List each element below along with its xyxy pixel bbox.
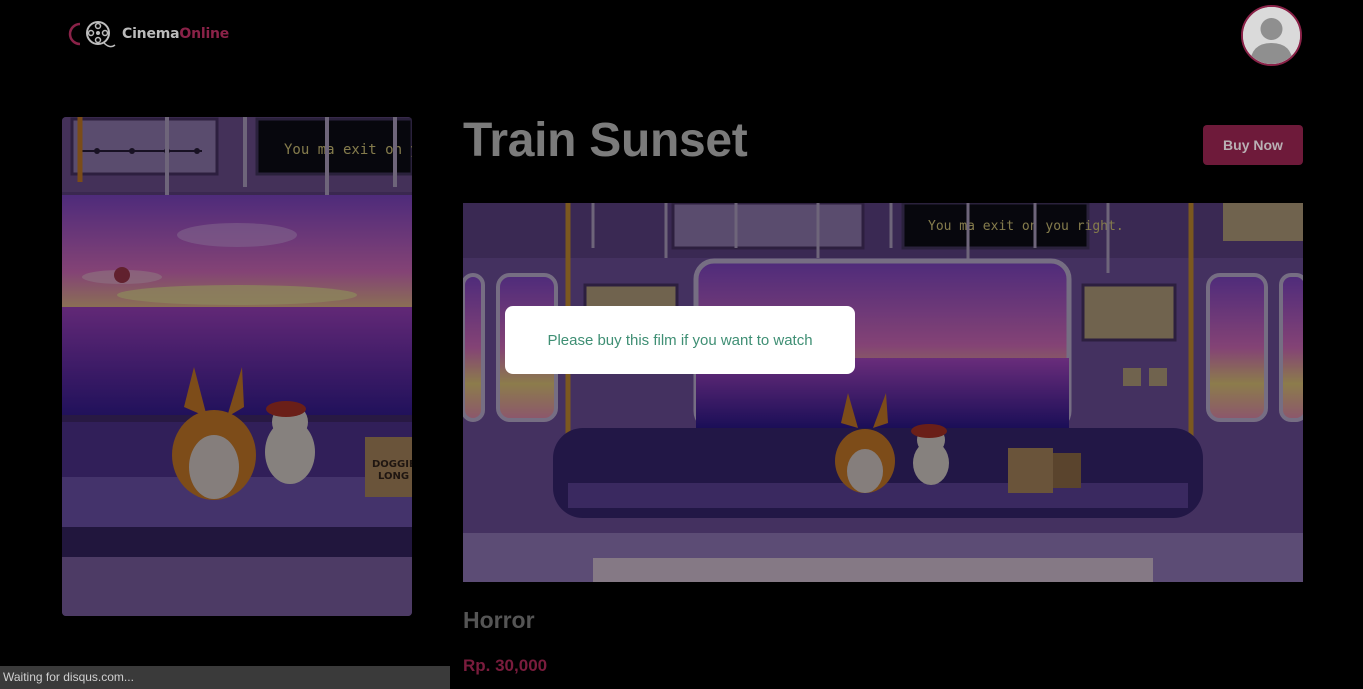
site-header: CinemaOnline: [0, 0, 1363, 75]
movie-poster: You ma exit on you right. DOGGIE LONG: [62, 117, 412, 616]
buy-now-button[interactable]: Buy Now: [1203, 125, 1303, 165]
movie-title: Train Sunset: [463, 114, 748, 167]
film-reel-icon: [68, 21, 116, 48]
movie-genre: Horror: [463, 607, 535, 633]
brand-name-part2: Online: [179, 26, 230, 42]
poster-sign-text: You ma exit on you right.: [284, 142, 412, 158]
brand-logo[interactable]: CinemaOnline: [66, 18, 229, 50]
browser-status-bar: Waiting for disqus.com...: [0, 666, 450, 689]
svg-text:You ma exit on you right.: You ma exit on you right.: [928, 219, 1124, 234]
user-avatar[interactable]: [1241, 5, 1302, 66]
purchase-required-modal: Please buy this film if you want to watc…: [505, 306, 855, 374]
video-player[interactable]: You ma exit on you right.: [463, 203, 1303, 582]
brand-name-part1: Cinema: [122, 26, 180, 42]
brand-name: CinemaOnline: [122, 26, 229, 42]
movie-price: Rp. 30,000: [463, 656, 548, 675]
poster-bag-text-1: DOGGIE: [372, 459, 412, 470]
user-icon: [1243, 7, 1300, 64]
modal-message: Please buy this film if you want to watc…: [547, 331, 813, 349]
poster-bag-text-2: LONG: [378, 471, 409, 482]
